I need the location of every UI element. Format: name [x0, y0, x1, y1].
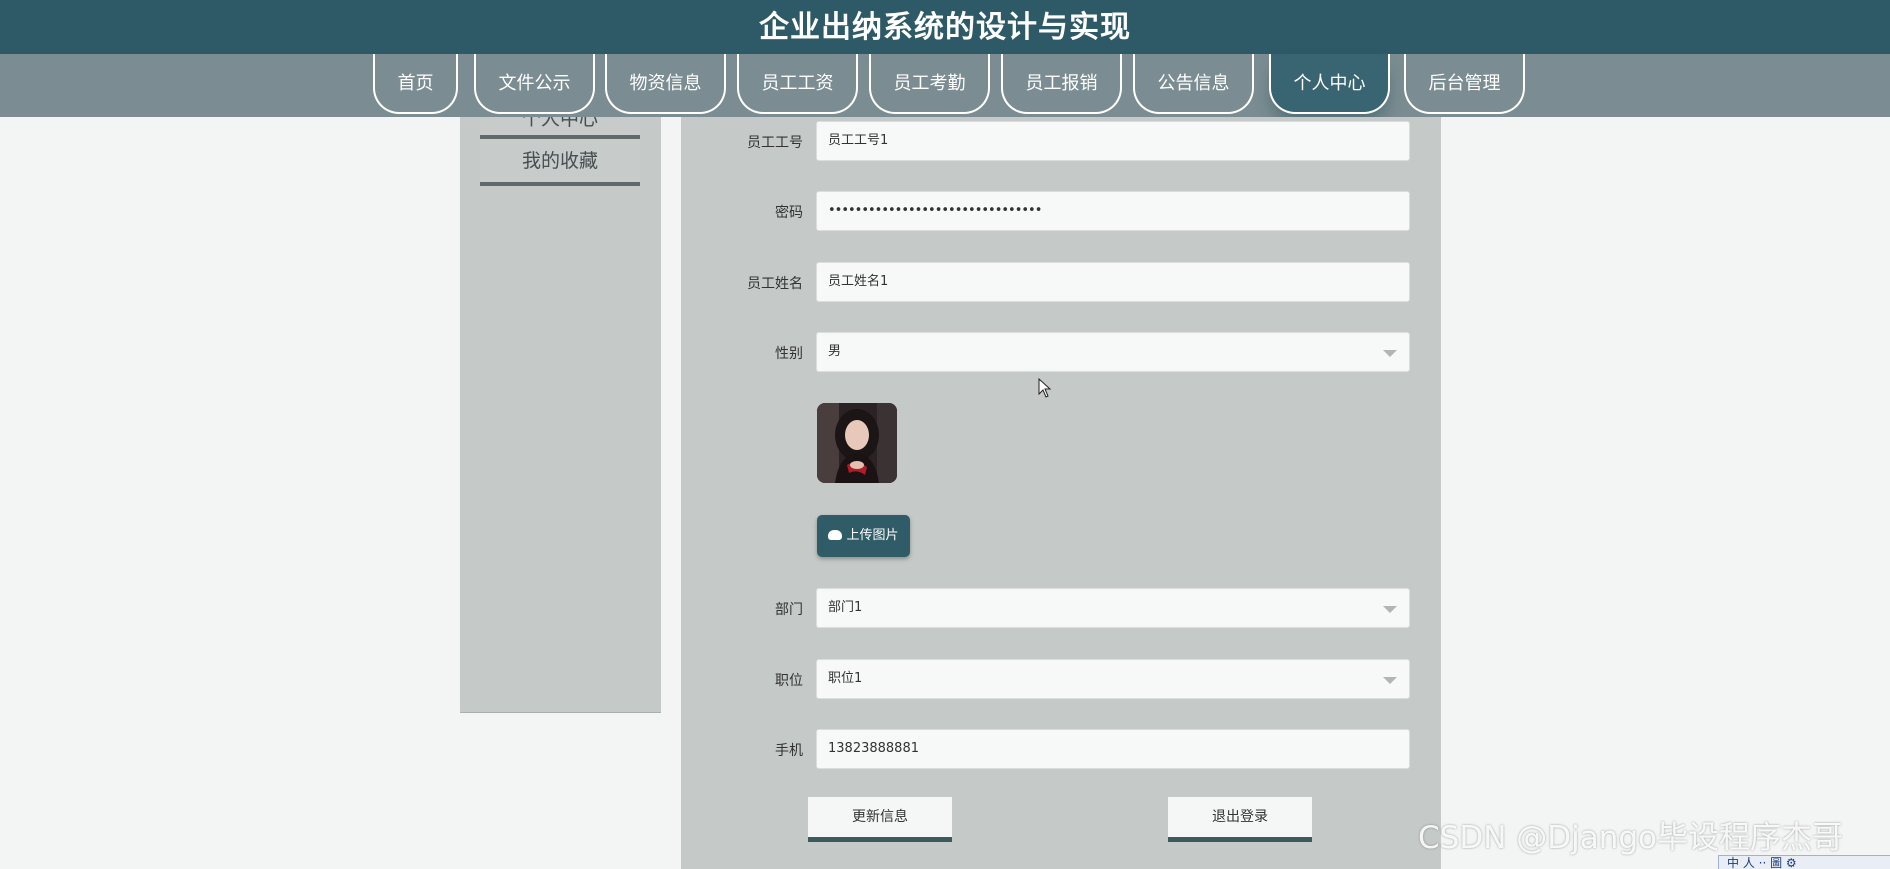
avatar-image: [817, 403, 897, 483]
main-nav: 首页 文件公示 物资信息 员工工资 员工考勤 员工报销 公告信息 个人中心 后台…: [0, 54, 1890, 117]
gender-label: 性别: [775, 346, 803, 362]
gender-value: 男: [828, 344, 842, 359]
position-value: 职位1: [828, 671, 863, 686]
top-header: 企业出纳系统的设计与实现: [0, 0, 1890, 54]
name-label: 员工姓名: [747, 276, 803, 292]
nav-tab-home[interactable]: 首页: [373, 54, 458, 114]
sidebar-item-favorites[interactable]: 我的收藏: [480, 139, 640, 186]
phone-input[interactable]: 13823888881: [816, 729, 1410, 769]
department-label: 部门: [775, 602, 803, 618]
mouse-pointer-icon: [1038, 378, 1052, 398]
nav-tab-salary[interactable]: 员工工资: [737, 54, 858, 114]
nav-tab-reimbursement[interactable]: 员工报销: [1001, 54, 1122, 114]
site-title: 企业出纳系统的设计与实现: [759, 10, 1131, 45]
phone-label: 手机: [775, 743, 803, 759]
sidebar-item-personal-center[interactable]: 个人中心: [480, 117, 640, 139]
avatar-photo: [817, 403, 897, 483]
nav-tab-documents[interactable]: 文件公示: [474, 54, 595, 114]
nav-tab-admin[interactable]: 后台管理: [1404, 54, 1525, 114]
employee-id-input[interactable]: 员工工号1: [816, 121, 1410, 161]
watermark-text: CSDN @Django毕设程序杰哥: [1418, 820, 1844, 856]
sidebar-panel: 个人中心 我的收藏: [460, 117, 661, 713]
password-input[interactable]: ••••••••••••••••••••••••••••••••: [816, 191, 1410, 231]
ime-toolbar: 中 人 ·· 圖 ⚙: [1718, 855, 1890, 869]
upload-image-label: 上传图片: [846, 528, 899, 543]
name-input[interactable]: 员工姓名1: [816, 262, 1410, 302]
password-label: 密码: [775, 205, 803, 221]
nav-tab-announcements[interactable]: 公告信息: [1133, 54, 1254, 114]
position-select[interactable]: 职位1: [816, 659, 1410, 699]
position-label: 职位: [775, 673, 803, 689]
nav-tab-materials[interactable]: 物资信息: [605, 54, 726, 114]
department-select[interactable]: 部门1: [816, 588, 1410, 628]
logout-button[interactable]: 退出登录: [1168, 797, 1312, 842]
update-info-button[interactable]: 更新信息: [808, 797, 952, 842]
nav-tab-attendance[interactable]: 员工考勤: [869, 54, 990, 114]
upload-image-button[interactable]: 上传图片: [817, 515, 910, 557]
employee-id-label: 员工工号: [747, 135, 803, 151]
nav-tab-personal-center[interactable]: 个人中心: [1269, 54, 1390, 114]
department-value: 部门1: [828, 600, 863, 615]
gender-select[interactable]: 男: [816, 332, 1410, 372]
cloud-upload-icon: [828, 530, 843, 540]
ime-toolbar-text: 中 人 ·· 圖 ⚙: [1727, 856, 1797, 869]
